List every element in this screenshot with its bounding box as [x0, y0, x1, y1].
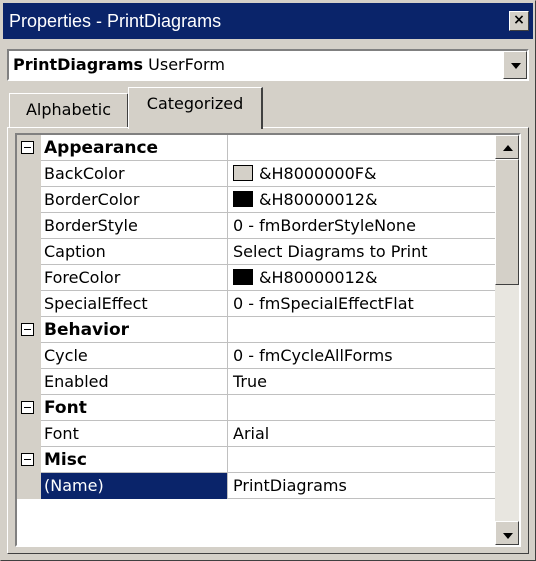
scroll-up-button[interactable]	[495, 135, 519, 159]
property-value-text: &H80000012&	[259, 268, 378, 287]
property-value[interactable]: Select Diagrams to Print	[228, 239, 495, 265]
property-value-text: 0 - fmBorderStyleNone	[233, 216, 416, 235]
category-row[interactable]: Font	[17, 395, 495, 421]
property-value[interactable]: 0 - fmBorderStyleNone	[228, 213, 495, 239]
row-gutter	[17, 135, 41, 161]
object-type: UserForm	[148, 55, 225, 74]
row-gutter	[17, 213, 41, 239]
color-swatch	[233, 165, 253, 181]
property-grid-rows: Appearance BackColor &H8000000F& BorderColo…	[17, 135, 495, 545]
object-selector[interactable]: PrintDiagrams UserForm	[7, 49, 529, 81]
close-icon: ×	[513, 12, 525, 28]
property-name[interactable]: Cycle	[41, 343, 228, 369]
property-row[interactable]: BackColor &H8000000F&	[17, 161, 495, 187]
category-label: Misc	[41, 447, 228, 473]
object-name: PrintDiagrams	[13, 55, 144, 74]
property-name[interactable]: Font	[41, 421, 228, 447]
scroll-down-arrow-icon	[503, 533, 513, 539]
property-row[interactable]: Cycle 0 - fmCycleAllForms	[17, 343, 495, 369]
row-gutter	[17, 447, 41, 473]
category-value-cell	[228, 317, 495, 343]
close-button[interactable]: ×	[509, 11, 529, 31]
scroll-thumb[interactable]	[495, 159, 519, 285]
property-value-text: True	[233, 372, 267, 391]
property-row[interactable]: Enabled True	[17, 369, 495, 395]
category-value-cell	[228, 395, 495, 421]
property-row[interactable]: BorderStyle 0 - fmBorderStyleNone	[17, 213, 495, 239]
property-value[interactable]: &H80000012&	[228, 265, 495, 291]
row-gutter	[17, 369, 41, 395]
category-value-cell	[228, 447, 495, 473]
property-value[interactable]: Arial	[228, 421, 495, 447]
property-name[interactable]: SpecialEffect	[41, 291, 228, 317]
property-row[interactable]: (Name) PrintDiagrams	[17, 473, 495, 499]
property-value-text: 0 - fmSpecialEffectFlat	[233, 294, 414, 313]
collapse-toggle-icon[interactable]	[21, 453, 34, 466]
row-gutter	[17, 395, 41, 421]
category-row[interactable]: Misc	[17, 447, 495, 473]
tab-alphabetic-label: Alphabetic	[25, 100, 111, 119]
property-name[interactable]: (Name)	[41, 473, 228, 499]
property-value-text: &H80000012&	[259, 190, 378, 209]
row-gutter	[17, 421, 41, 447]
row-gutter	[17, 317, 41, 343]
category-value-cell	[228, 135, 495, 161]
property-value-text: 0 - fmCycleAllForms	[233, 346, 393, 365]
collapse-toggle-icon[interactable]	[21, 401, 34, 414]
window-title: Properties - PrintDiagrams	[9, 11, 222, 31]
row-gutter	[17, 473, 41, 499]
row-gutter	[17, 265, 41, 291]
property-name[interactable]: BackColor	[41, 161, 228, 187]
chevron-down-icon	[511, 63, 521, 69]
property-value-text: &H8000000F&	[259, 164, 377, 183]
property-row[interactable]: ForeColor &H80000012&	[17, 265, 495, 291]
property-value-text: PrintDiagrams	[233, 476, 347, 495]
property-name[interactable]: ForeColor	[41, 265, 228, 291]
property-name[interactable]: Enabled	[41, 369, 228, 395]
property-value[interactable]: &H8000000F&	[228, 161, 495, 187]
property-value[interactable]: True	[228, 369, 495, 395]
property-value[interactable]: 0 - fmCycleAllForms	[228, 343, 495, 369]
property-name[interactable]: BorderColor	[41, 187, 228, 213]
property-value[interactable]: &H80000012&	[228, 187, 495, 213]
row-gutter	[17, 161, 41, 187]
collapse-toggle-icon[interactable]	[21, 323, 34, 336]
property-row[interactable]: Font Arial	[17, 421, 495, 447]
tab-categorized-label: Categorized	[146, 94, 244, 113]
tab-alphabetic[interactable]: Alphabetic	[9, 93, 129, 127]
property-value[interactable]: 0 - fmSpecialEffectFlat	[228, 291, 495, 317]
category-label: Behavior	[41, 317, 228, 343]
property-grid: Appearance BackColor &H8000000F& BorderColo…	[15, 133, 521, 547]
tab-categorized[interactable]: Categorized	[128, 87, 263, 129]
properties-window: Properties - PrintDiagrams × PrintDiagra…	[0, 0, 536, 561]
vertical-scrollbar[interactable]	[495, 135, 519, 545]
object-selector-dropdown-button[interactable]	[503, 51, 527, 79]
row-gutter	[17, 187, 41, 213]
collapse-toggle-icon[interactable]	[21, 141, 34, 154]
row-gutter	[17, 239, 41, 265]
category-label: Font	[41, 395, 228, 421]
scroll-down-button[interactable]	[495, 521, 519, 545]
scroll-up-arrow-icon	[503, 145, 513, 151]
row-gutter	[17, 291, 41, 317]
property-value-text: Select Diagrams to Print	[233, 242, 428, 261]
category-row[interactable]: Behavior	[17, 317, 495, 343]
property-name[interactable]: BorderStyle	[41, 213, 228, 239]
property-row[interactable]: SpecialEffect 0 - fmSpecialEffectFlat	[17, 291, 495, 317]
category-row[interactable]: Appearance	[17, 135, 495, 161]
color-swatch	[233, 269, 253, 285]
color-swatch	[233, 191, 253, 207]
property-value[interactable]: PrintDiagrams	[228, 473, 495, 499]
category-label: Appearance	[41, 135, 228, 161]
property-name[interactable]: Caption	[41, 239, 228, 265]
title-bar[interactable]: Properties - PrintDiagrams ×	[3, 3, 533, 39]
property-row[interactable]: BorderColor &H80000012&	[17, 187, 495, 213]
row-gutter	[17, 343, 41, 369]
property-row[interactable]: Caption Select Diagrams to Print	[17, 239, 495, 265]
property-value-text: Arial	[233, 424, 270, 443]
